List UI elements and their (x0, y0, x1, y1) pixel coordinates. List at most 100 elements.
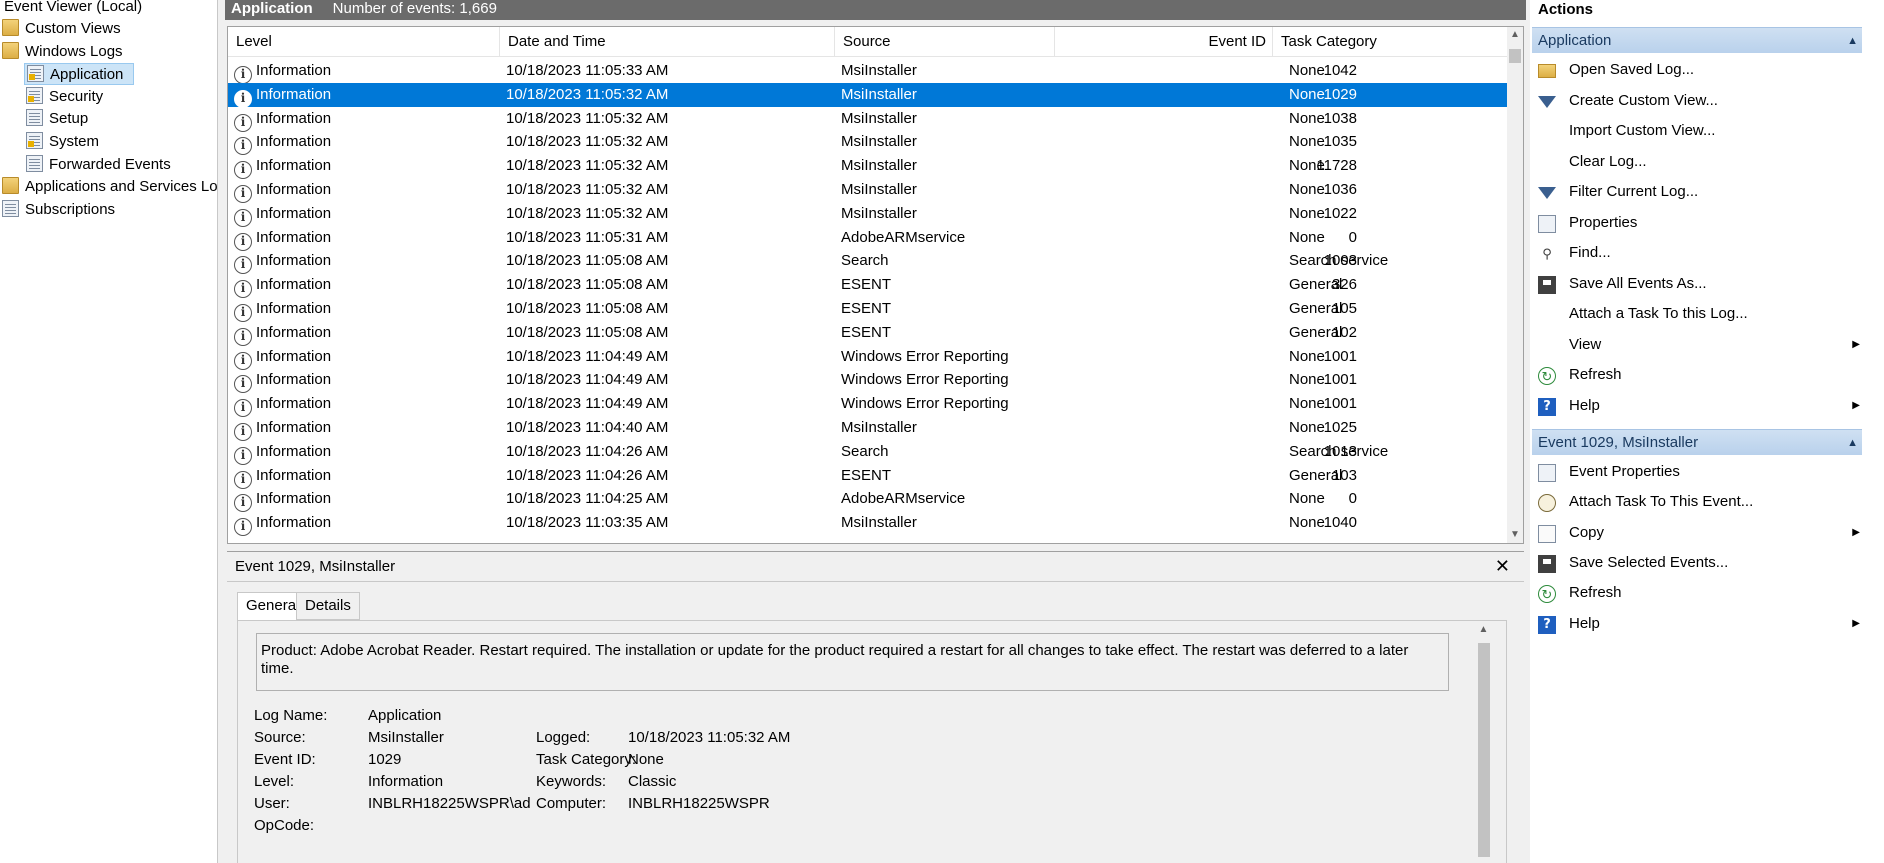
action-refresh[interactable]: ↻ Refresh (1536, 580, 1862, 606)
action-create-custom-view[interactable]: Create Custom View... (1536, 88, 1862, 114)
table-row[interactable]: i Information 10/18/2023 11:04:40 AM MsiIns… (228, 416, 1510, 441)
action-properties[interactable]: Properties (1536, 210, 1862, 236)
scroll-up-icon[interactable]: ▲ (1475, 621, 1492, 638)
scroll-up-icon[interactable]: ▲ (1507, 27, 1523, 43)
column-header-date[interactable]: Date and Time (500, 27, 835, 57)
cell-level: i Information (234, 464, 331, 489)
value-event-id[interactable]: 1029 (368, 751, 401, 768)
collapse-icon[interactable]: ▲ (1847, 28, 1858, 54)
action-find[interactable]: ⚲ Find... (1536, 240, 1862, 266)
table-row[interactable]: i Information 10/18/2023 11:03:35 AM MsiIns… (228, 511, 1510, 537)
column-header-level[interactable]: Level (228, 27, 500, 57)
table-row[interactable]: i Information 10/18/2023 11:05:32 AM MsiIns… (228, 82, 1510, 108)
tree-item-applications-and-services-logs[interactable]: Applications and Services Lo (2, 176, 217, 198)
cell-date-time: 10/18/2023 11:04:49 AM (506, 395, 669, 413)
table-row[interactable]: i Information 10/18/2023 11:04:49 AM Window… (228, 345, 1510, 370)
value-keywords[interactable]: Classic (628, 773, 676, 790)
table-row[interactable]: i Information 10/18/2023 11:04:26 AM ESENT 1… (228, 464, 1510, 489)
actions-section-event[interactable]: Event 1029, MsiInstaller ▲ (1532, 429, 1862, 455)
cell-date-time: 10/18/2023 11:05:08 AM (506, 300, 669, 317)
table-row[interactable]: i Information 10/18/2023 11:05:08 AM Search… (228, 249, 1510, 275)
action-filter-current-log[interactable]: Filter Current Log... (1536, 179, 1862, 205)
tab-details[interactable]: Details (296, 592, 360, 620)
tree-item-forwarded-events[interactable]: Forwarded Events (26, 154, 171, 176)
event-detail-pane: Event 1029, MsiInstaller ✕ General Detai… (227, 551, 1524, 863)
tree-item-event-viewer-local[interactable]: Event Viewer (Local) (4, 0, 142, 18)
table-row[interactable]: i Information 10/18/2023 11:04:26 AM Search… (228, 440, 1510, 465)
action-save-selected-events[interactable]: Save Selected Events... (1536, 550, 1862, 576)
cell-task-category: None (1289, 228, 1325, 246)
table-row[interactable]: i Information 10/18/2023 11:04:49 AM Window… (228, 392, 1510, 418)
column-header-event-id[interactable]: Event ID (1055, 27, 1273, 57)
table-row[interactable]: i Information 10/18/2023 11:05:32 AM MsiIns… (228, 130, 1510, 156)
tree-item-custom-views[interactable]: Custom Views (2, 18, 121, 40)
action-copy[interactable]: Copy ▶ (1536, 520, 1862, 546)
value-level[interactable]: Information (368, 773, 443, 790)
action-attach-a-task-to-this-log[interactable]: Attach a Task To this Log... (1536, 301, 1862, 327)
table-row[interactable]: i Information 10/18/2023 11:05:08 AM ESENT 1… (228, 321, 1510, 346)
action-open-saved-log[interactable]: Open Saved Log... (1536, 57, 1862, 83)
close-icon[interactable]: ✕ (1495, 557, 1510, 575)
cell-date-time: 10/18/2023 11:05:32 AM (506, 204, 669, 222)
table-row[interactable]: i Information 10/18/2023 11:05:32 AM MsiIns… (228, 154, 1510, 180)
value-computer[interactable]: INBLRH18225WSPR (628, 795, 770, 812)
table-row[interactable]: i Information 10/18/2023 11:05:08 AM ESENT 3… (228, 273, 1510, 299)
value-log-name[interactable]: Application (368, 707, 441, 724)
action-refresh[interactable]: ↻ Refresh (1536, 362, 1862, 388)
cell-level: i Information (234, 511, 331, 537)
tree-item-setup[interactable]: Setup (26, 108, 88, 130)
event-list-scrollbar[interactable]: ▲ ▼ (1507, 27, 1523, 543)
value-user[interactable]: INBLRH18225WSPR\adminu (368, 795, 530, 812)
table-row[interactable]: i Information 10/18/2023 11:05:31 AM AdobeA… (228, 226, 1510, 251)
tree-item-subscriptions[interactable]: Subscriptions (2, 199, 115, 221)
tree-item-windows-logs[interactable]: Windows Logs (2, 41, 123, 63)
tree-item-application[interactable]: Application (24, 63, 134, 85)
detail-scrollbar[interactable]: ▲ (1475, 621, 1492, 863)
scroll-down-icon[interactable]: ▼ (1507, 527, 1523, 543)
table-row[interactable]: i Information 10/18/2023 11:05:33 AM MsiIns… (228, 59, 1510, 84)
information-icon: i (234, 470, 252, 489)
action-import-custom-view[interactable]: Import Custom View... (1536, 118, 1862, 144)
information-icon: i (234, 113, 252, 132)
table-row[interactable]: i Information 10/18/2023 11:04:49 AM Window… (228, 368, 1510, 394)
table-row[interactable]: i Information 10/18/2023 11:05:08 AM ESENT 1… (228, 297, 1510, 322)
cell-date-time: 10/18/2023 11:04:49 AM (506, 347, 669, 365)
cell-task-category: None (1289, 133, 1325, 151)
action-attach-task-to-this-event[interactable]: Attach Task To This Event... (1536, 489, 1862, 515)
cell-level: i Information (234, 130, 331, 156)
cell-source: ESENT (841, 300, 892, 317)
event-message[interactable]: Product: Adobe Acrobat Reader. Restart r… (256, 633, 1449, 691)
action-save-all-events-as[interactable]: Save All Events As... (1536, 271, 1862, 297)
value-logged[interactable]: 10/18/2023 11:05:32 AM (628, 729, 790, 746)
cell-level: i Information (234, 273, 331, 299)
level-text: Information (256, 347, 332, 365)
action-view[interactable]: View ▶ (1536, 332, 1862, 358)
cell-date-time: 10/18/2023 11:05:32 AM (506, 85, 669, 103)
action-help[interactable]: ? Help ▶ (1536, 393, 1862, 419)
value-source[interactable]: MsiInstaller (368, 729, 444, 746)
action-label: Save All Events As... (1569, 274, 1707, 292)
action-help[interactable]: ? Help ▶ (1536, 611, 1862, 637)
value-task-category[interactable]: None (628, 751, 664, 768)
table-row[interactable]: i Information 10/18/2023 11:04:25 AM AdobeA… (228, 487, 1510, 513)
tree-item-label: Setup (49, 110, 89, 127)
column-header-source[interactable]: Source (835, 27, 1055, 57)
cell-task-category: None (1289, 204, 1325, 222)
submenu-arrow-icon: ▶ (1852, 338, 1860, 350)
table-row[interactable]: i Information 10/18/2023 11:05:32 AM MsiIns… (228, 202, 1510, 227)
scroll-thumb[interactable] (1509, 49, 1521, 63)
actions-section-application[interactable]: Application ▲ (1532, 27, 1862, 53)
table-row[interactable]: i Information 10/18/2023 11:05:32 AM MsiIns… (228, 178, 1510, 203)
cell-level: i Information (234, 321, 331, 346)
collapse-icon[interactable]: ▲ (1847, 430, 1858, 456)
column-header-task-category[interactable]: Task Category (1273, 27, 1508, 57)
tree-item-system[interactable]: System (26, 131, 99, 153)
action-event-properties[interactable]: Event Properties (1536, 459, 1862, 485)
table-row[interactable]: i Information 10/18/2023 11:05:32 AM MsiIns… (228, 107, 1510, 132)
cell-date-time: 10/18/2023 11:05:08 AM (506, 323, 669, 341)
scroll-thumb[interactable] (1478, 643, 1490, 857)
action-clear-log[interactable]: Clear Log... (1536, 149, 1862, 175)
tree-item-security[interactable]: Security (26, 86, 103, 108)
label-computer: Computer: (536, 795, 607, 812)
level-text: Information (256, 181, 332, 198)
